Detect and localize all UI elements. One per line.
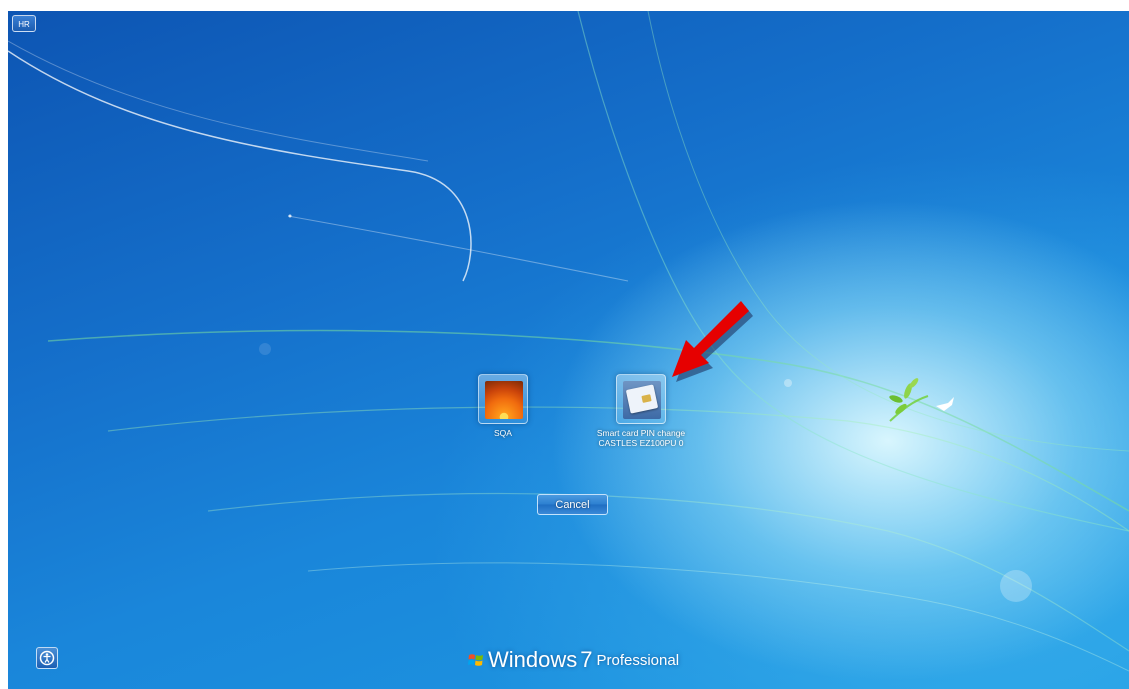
red-arrow-annotation <box>672 301 753 382</box>
logon-screen: HR SQA Smart card PIN change CASTLES EZ1… <box>8 11 1129 689</box>
